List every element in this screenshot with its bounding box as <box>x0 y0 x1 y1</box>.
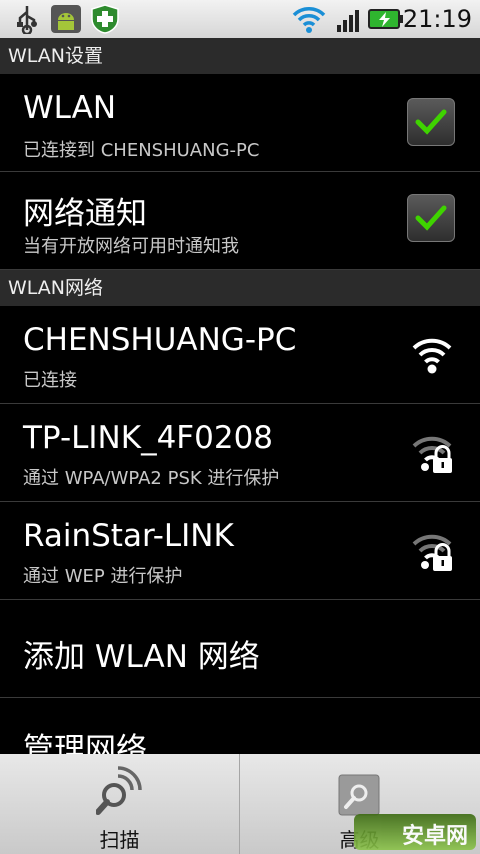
page-title: WLAN设置 <box>0 38 480 74</box>
scan-label: 扫描 <box>99 828 140 852</box>
scan-icon <box>96 766 142 815</box>
checkmark-icon <box>415 109 447 135</box>
network-name: TP-LINK_4F0208 <box>23 420 274 456</box>
wlan-toggle-row[interactable]: WLAN 已连接到 CHENSHUANG-PC <box>0 74 480 172</box>
advanced-settings-icon <box>338 774 380 816</box>
network-item-rainstar-link[interactable]: RainStar-LINK 通过 WEP 进行保护 <box>0 502 480 600</box>
add-network-label: 添加 WLAN 网络 <box>23 639 260 675</box>
network-status: 通过 WEP 进行保护 <box>23 566 183 587</box>
usb-icon <box>17 6 37 34</box>
watermark-logo: 安卓网 <box>354 814 476 850</box>
battery-charging-icon <box>368 9 403 29</box>
checkmark-icon <box>415 205 447 231</box>
cell-signal-icon <box>337 10 359 32</box>
scan-button[interactable]: 扫描 <box>0 754 239 854</box>
row-subtitle: 当有开放网络可用时通知我 <box>23 236 239 257</box>
row-title: WLAN <box>23 90 117 126</box>
network-status: 通过 WPA/WPA2 PSK 进行保护 <box>23 468 280 489</box>
security-shield-icon <box>91 4 119 34</box>
status-bar: 21:19 <box>0 0 480 38</box>
network-status: 已连接 <box>23 370 77 391</box>
network-name: CHENSHUANG-PC <box>23 322 297 358</box>
clock: 21:19 <box>402 5 472 33</box>
network-name: RainStar-LINK <box>23 518 234 554</box>
row-subtitle: 已连接到 CHENSHUANG-PC <box>23 140 260 161</box>
row-title: 网络通知 <box>23 196 147 232</box>
bottom-action-bar: 扫描 高级 安卓网 <box>0 754 480 854</box>
wifi-signal-icon <box>292 7 326 33</box>
network-item-tp-link[interactable]: TP-LINK_4F0208 通过 WPA/WPA2 PSK 进行保护 <box>0 404 480 502</box>
android-debug-icon <box>51 5 81 33</box>
watermark-text: 安卓网 <box>402 824 469 849</box>
wifi-locked-icon <box>412 436 452 473</box>
networks-section-header: WLAN网络 <box>0 270 480 306</box>
network-notification-checkbox[interactable] <box>407 194 455 242</box>
network-item-chenshuang-pc[interactable]: CHENSHUANG-PC 已连接 <box>0 306 480 404</box>
add-network-item[interactable]: 添加 WLAN 网络 <box>0 600 480 698</box>
wifi-locked-icon <box>412 534 452 571</box>
wifi-strong-icon <box>412 338 452 374</box>
network-notification-row[interactable]: 网络通知 当有开放网络可用时通知我 <box>0 172 480 270</box>
wlan-checkbox[interactable] <box>407 98 455 146</box>
